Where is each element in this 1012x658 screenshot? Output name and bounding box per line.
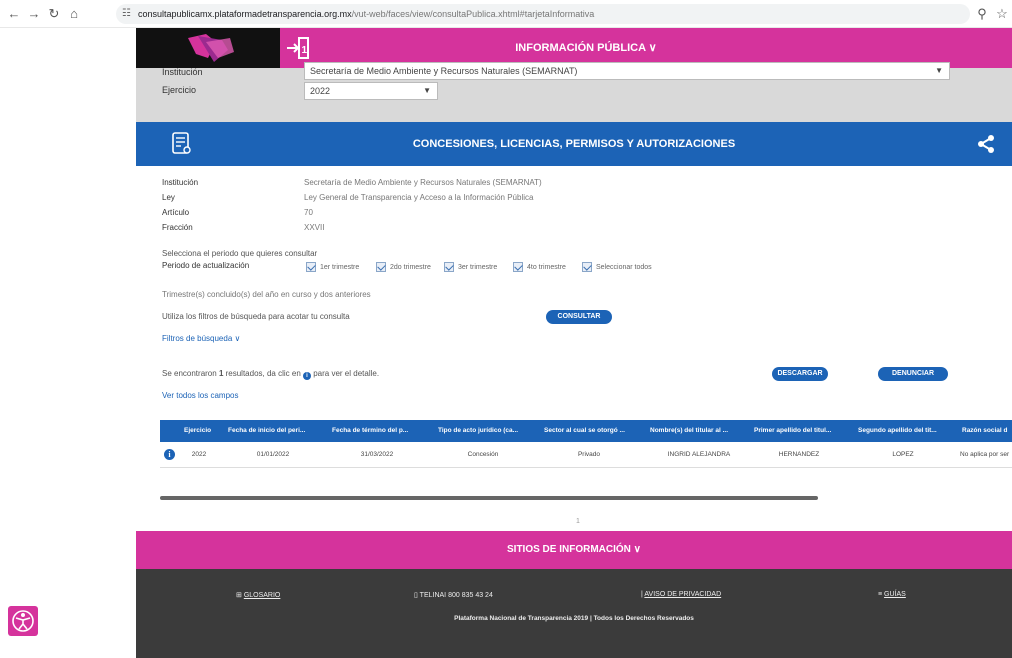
ejercicio-select[interactable]: 2022 ▼ xyxy=(304,82,438,100)
column-header[interactable]: Primer apellido del titul... xyxy=(754,420,852,442)
detail-ley-label: Ley xyxy=(162,193,175,202)
checkbox-seleccionar-todos[interactable]: Seleccionar todos xyxy=(582,262,652,272)
period-prompt: Selecciona el periodo que quieres consul… xyxy=(162,249,318,258)
checkbox-2do-trimestre[interactable]: 2do trimestre xyxy=(376,262,431,272)
column-header[interactable]: Nombre(s) del titular al ... xyxy=(650,420,748,442)
results-table-header: Ejercicio Fecha de inicio del peri... Fe… xyxy=(160,420,1012,442)
info-icon: i xyxy=(303,372,311,380)
column-header[interactable]: Segundo apellido del tit... xyxy=(858,420,956,442)
ejercicio-select-value: 2022 xyxy=(310,86,331,96)
detail-articulo-value: 70 xyxy=(304,208,313,217)
chevron-down-icon: ▼ xyxy=(935,66,943,75)
checkbox-1er-trimestre[interactable]: 1er trimestre xyxy=(306,262,359,272)
consultar-button[interactable]: CONSULTAR xyxy=(546,310,612,324)
back-arrow-icon[interactable]: ← xyxy=(6,6,22,21)
chevron-down-icon: ▼ xyxy=(423,86,431,95)
card-title: CONCESIONES, LICENCIAS, PERMISOS Y AUTOR… xyxy=(412,138,736,150)
column-header[interactable]: Fecha de término del p... xyxy=(332,420,430,442)
checkbox-label: 1er trimestre xyxy=(320,263,360,271)
table-cell: 2022 xyxy=(191,451,207,458)
ejercicio-label: Ejercicio xyxy=(162,85,197,95)
detail-articulo-label: Artículo xyxy=(162,208,190,217)
descargar-button[interactable]: DESCARGAR xyxy=(772,367,828,381)
table-cell: HERNANDEZ xyxy=(778,451,820,458)
card-header: CONCESIONES, LICENCIAS, PERMISOS Y AUTOR… xyxy=(136,122,1012,166)
column-header[interactable]: Sector al cual se otorgó ... xyxy=(544,420,642,442)
ver-todos-campos-link[interactable]: Ver todos los campos xyxy=(162,391,238,400)
footer: ⊞ GLOSARIO ▯ TELINAI 800 835 43 24 | AVI… xyxy=(136,569,1012,658)
info-icon[interactable]: i xyxy=(164,449,175,460)
detail-fraccion-label: Fracción xyxy=(162,223,193,232)
copyright-text: Plataforma Nacional de Transparencia 201… xyxy=(454,615,694,622)
horizontal-scrollbar[interactable] xyxy=(160,496,818,500)
checkbox-icon[interactable] xyxy=(582,262,592,272)
institucion-select[interactable]: Secretaría de Medio Ambiente y Recursos … xyxy=(304,62,950,80)
glosario-link[interactable]: ⊞ GLOSARIO xyxy=(236,591,280,599)
book-icon: ⊞ xyxy=(236,592,244,599)
results-text: resultados, da clic en xyxy=(223,369,303,378)
table-cell: 31/03/2022 xyxy=(360,451,394,458)
browser-toolbar: ← → ↻ ⌂ ☷ consultapublicamx.plataformade… xyxy=(0,0,1012,28)
home-icon[interactable]: ⌂ xyxy=(66,6,82,21)
detail-ley-value: Ley General de Transparencia y Acceso a … xyxy=(304,193,534,202)
aviso-privacidad-link[interactable]: | AVISO DE PRIVACIDAD xyxy=(641,591,721,598)
table-cell: Privado xyxy=(577,451,601,458)
column-header[interactable]: Razón social d xyxy=(962,420,1012,442)
table-cell: No aplica por ser xyxy=(960,451,1010,458)
column-header[interactable]: Tipo de acto jurídico (ca... xyxy=(438,420,536,442)
checkbox-4to-trimestre[interactable]: 4to trimestre xyxy=(513,262,566,272)
results-summary: Se encontraron 1 resultados, da clic en … xyxy=(162,369,379,380)
share-icon[interactable] xyxy=(976,134,996,154)
exit-icon[interactable]: 1 xyxy=(286,34,310,62)
period-note: Trimestre(s) concluido(s) del año en cur… xyxy=(162,290,371,299)
checkbox-icon[interactable] xyxy=(306,262,316,272)
table-cell: LOPEZ xyxy=(892,451,914,458)
page: 1 INFORMACIÓN PÚBLICA ∨ Institución Secr… xyxy=(136,28,1012,658)
search-hint: Utiliza los filtros de búsqueda para aco… xyxy=(162,312,350,321)
telinai-link[interactable]: ▯ TELINAI 800 835 43 24 xyxy=(414,591,493,599)
results-text: para ver el detalle. xyxy=(311,369,380,378)
institucion-label: Institución xyxy=(162,67,203,77)
reload-icon[interactable]: ↻ xyxy=(46,6,62,22)
guias-link[interactable]: ≡ GUÍAS xyxy=(878,591,906,598)
detail-institucion-value: Secretaría de Medio Ambiente y Recursos … xyxy=(304,178,542,187)
url-host: consultapublicamx.plataformadetransparen… xyxy=(138,9,352,19)
accessibility-icon[interactable] xyxy=(8,606,38,636)
table-cell: INGRID ALEJANDRA xyxy=(667,451,731,458)
sitios-informacion-toggle[interactable]: SITIOS DE INFORMACIÓN ∨ xyxy=(136,531,1012,569)
period-label: Periodo de actualización xyxy=(162,261,250,270)
table-cell: Concesión xyxy=(467,451,499,458)
address-bar[interactable]: ☷ consultapublicamx.plataformadetranspar… xyxy=(116,4,970,24)
institucion-select-value: Secretaría de Medio Ambiente y Recursos … xyxy=(310,66,578,76)
checkbox-label: 4to trimestre xyxy=(527,263,566,271)
glosario-label: GLOSARIO xyxy=(243,592,281,599)
checkbox-icon[interactable] xyxy=(444,262,454,272)
checkbox-label: 3er trimestre xyxy=(458,263,498,271)
forward-arrow-icon[interactable]: → xyxy=(26,6,42,21)
checkbox-3er-trimestre[interactable]: 3er trimestre xyxy=(444,262,497,272)
telinai-label: TELINAI 800 835 43 24 xyxy=(419,592,493,599)
url-path: /vut-web/faces/view/consultaPublica.xhtm… xyxy=(351,9,595,19)
logo[interactable] xyxy=(136,28,280,68)
results-text: Se encontraron xyxy=(162,369,219,378)
guias-label: GUÍAS xyxy=(884,591,906,598)
checkbox-label: 2do trimestre xyxy=(390,263,431,271)
aviso-label: AVISO DE PRIVACIDAD xyxy=(644,591,722,598)
detail-fraccion-value: XXVII xyxy=(304,223,325,232)
table-row: i 2022 01/01/2022 31/03/2022 Concesión P… xyxy=(160,442,1012,468)
denunciar-button[interactable]: DENUNCIAR xyxy=(878,367,948,381)
svg-text:1: 1 xyxy=(302,45,308,56)
page-number: 1 xyxy=(576,518,580,525)
checkbox-icon[interactable] xyxy=(513,262,523,272)
checkbox-icon[interactable] xyxy=(376,262,386,272)
bookmark-star-icon[interactable]: ☆ xyxy=(994,6,1010,22)
checkbox-label: Seleccionar todos xyxy=(596,263,652,271)
column-header[interactable]: Ejercicio xyxy=(184,420,220,442)
detail-institucion-label: Institución xyxy=(162,178,199,187)
filtros-busqueda-toggle[interactable]: Filtros de búsqueda ∨ xyxy=(162,334,240,343)
site-info-icon[interactable]: ☷ xyxy=(122,4,131,24)
column-header[interactable]: Fecha de inicio del peri... xyxy=(228,420,326,442)
table-cell: 01/01/2022 xyxy=(256,451,290,458)
zoom-icon[interactable]: ⚲ xyxy=(974,6,990,22)
